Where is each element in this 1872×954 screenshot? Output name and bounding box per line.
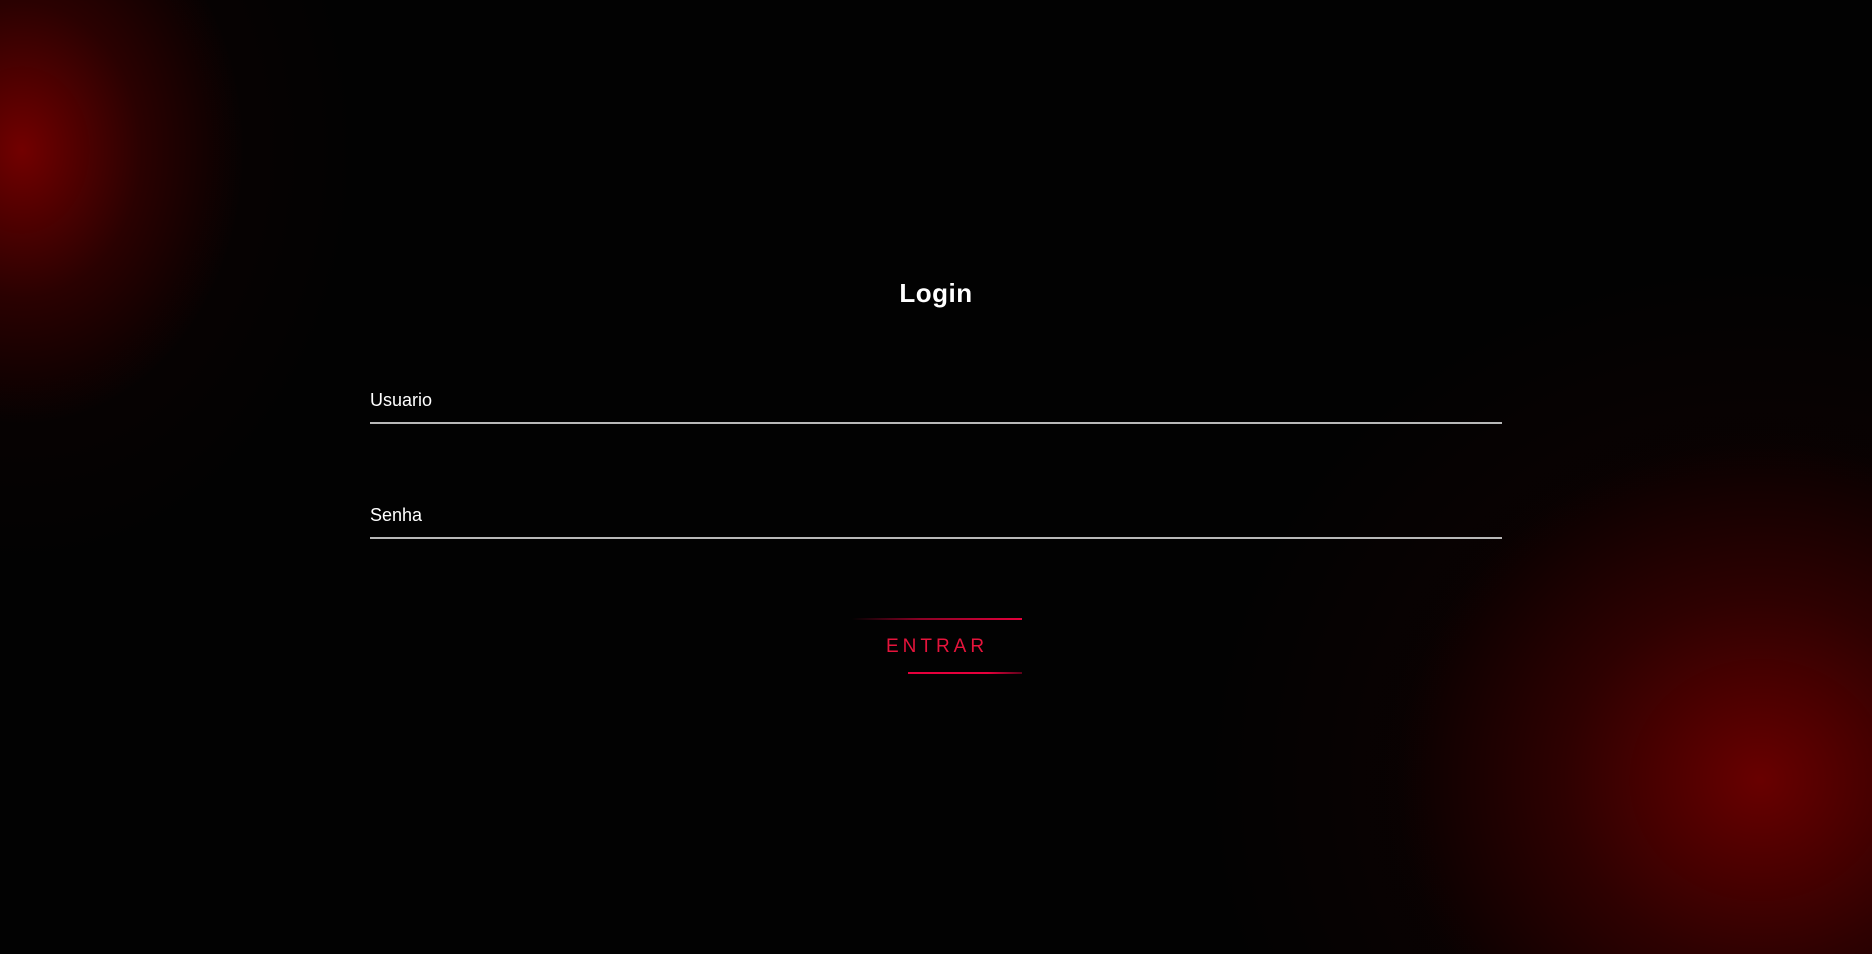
password-input[interactable] [370, 497, 1506, 537]
username-input[interactable] [370, 382, 1506, 422]
page-title: Login [899, 278, 973, 308]
submit-button[interactable]: ENTRAR [852, 618, 1022, 676]
login-page: Login Usuario Senha ENTRAR [0, 0, 1872, 954]
password-field[interactable]: Senha [370, 497, 1506, 539]
button-bottom-border [908, 672, 1022, 674]
username-field[interactable]: Usuario [370, 382, 1506, 424]
button-top-border [852, 618, 1022, 620]
submit-button-label: ENTRAR [885, 636, 989, 657]
